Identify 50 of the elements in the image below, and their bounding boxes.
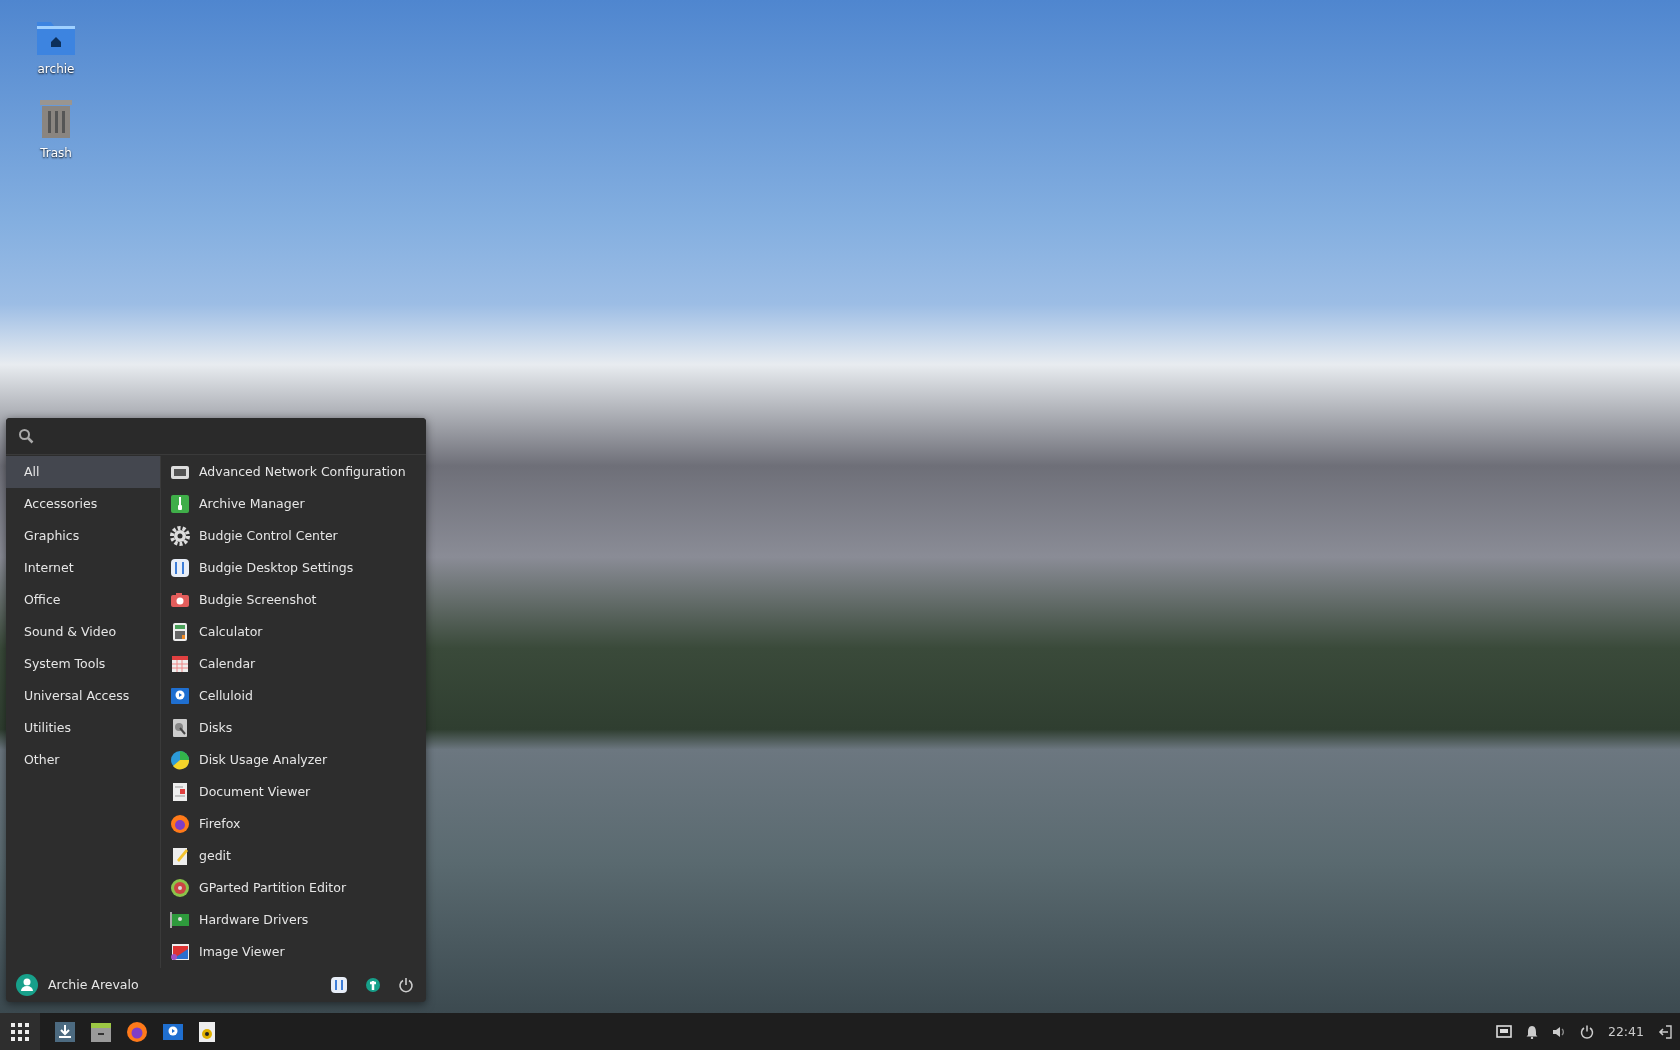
category-item[interactable]: Office [6, 583, 160, 616]
app-grid-button[interactable] [0, 1013, 40, 1050]
user-name[interactable]: Archie Arevalo [48, 977, 139, 993]
fox-globe-icon [169, 812, 191, 835]
speaker-icon[interactable] [198, 1020, 216, 1043]
app-list-item[interactable]: Disk Usage Analyzer [169, 743, 426, 776]
trash-can-icon[interactable] [38, 98, 74, 140]
app-list-item[interactable]: Archive Manager [169, 487, 426, 520]
app-list-item[interactable]: Firefox [169, 807, 426, 840]
app-list-item[interactable]: gedit [169, 839, 426, 872]
app-list-item[interactable]: Budgie Desktop Settings [169, 551, 426, 584]
power-icon[interactable] [398, 976, 414, 993]
file-cabinet-icon[interactable] [90, 1020, 112, 1043]
app-list-item[interactable]: Document Viewer [169, 775, 426, 808]
bell-icon[interactable] [1525, 1024, 1538, 1039]
category-item[interactable]: Other [6, 743, 160, 776]
category-item[interactable]: All [6, 455, 160, 488]
app-list-item[interactable]: Celluloid [169, 679, 426, 712]
user-avatar-icon [16, 973, 38, 996]
app-list-item[interactable]: Calculator [169, 615, 426, 648]
category-item[interactable]: Sound & Video [6, 615, 160, 648]
app-list-item[interactable]: Calendar [169, 647, 426, 680]
fox-globe-icon[interactable] [126, 1020, 148, 1043]
category-item[interactable]: Utilities [6, 711, 160, 744]
search-field[interactable] [6, 418, 426, 455]
clock[interactable]: 22:41 [1607, 1024, 1644, 1039]
grid-icon [10, 1021, 30, 1042]
settings-sliders-icon [169, 556, 191, 579]
app-list-item[interactable]: Image Viewer [169, 935, 426, 968]
search-icon [18, 427, 34, 444]
category-item[interactable]: System Tools [6, 647, 160, 680]
pie-chart-icon [169, 748, 191, 771]
logout-icon[interactable] [1658, 1024, 1672, 1039]
category-item[interactable]: Accessories [6, 487, 160, 520]
category-item[interactable]: Universal Access [6, 679, 160, 712]
archive-icon [169, 492, 191, 515]
app-list-item[interactable]: GParted Partition Editor [169, 871, 426, 904]
network-port-icon[interactable] [1495, 1024, 1512, 1039]
disk-partition-icon [169, 876, 191, 899]
settings-icon[interactable] [330, 975, 348, 994]
app-list-item[interactable]: Budgie Control Center [169, 519, 426, 552]
category-item[interactable]: Internet [6, 551, 160, 584]
power-icon[interactable] [1579, 1024, 1594, 1039]
download-icon[interactable] [54, 1020, 76, 1043]
app-list-item[interactable]: Budgie Screenshot [169, 583, 426, 616]
app-list-item[interactable]: Disks [169, 711, 426, 744]
category-item[interactable]: Graphics [6, 519, 160, 552]
app-list-item[interactable]: Hardware Drivers [169, 903, 426, 936]
app-list-item[interactable]: Advanced Network Configuration [169, 455, 426, 488]
volume-icon[interactable] [1551, 1024, 1566, 1039]
